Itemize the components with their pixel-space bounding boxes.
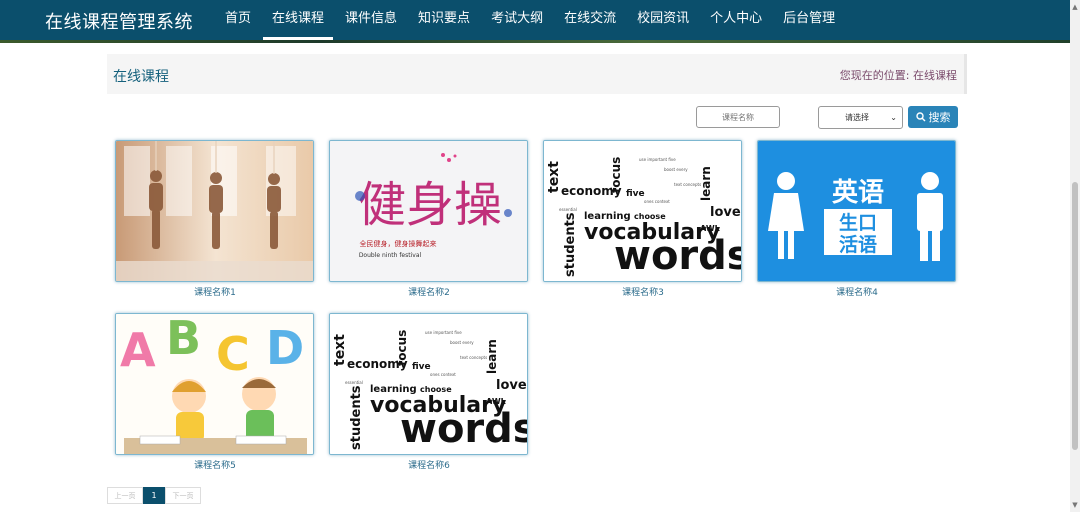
svg-text:learning: learning: [370, 384, 417, 395]
nav-courseware[interactable]: 课件信息: [336, 0, 406, 40]
svg-text:five: five: [626, 189, 645, 199]
main-nav: 首页 在线课程 课件信息 知识要点 考试大纲 在线交流 校园资讯 个人中心 后台…: [216, 0, 847, 40]
course-card-3[interactable]: words vocabulary students economy learni…: [543, 140, 743, 298]
svg-text:D: D: [266, 321, 304, 375]
svg-text:Double ninth festival: Double ninth festival: [359, 252, 422, 259]
location-prefix: 您现在的位置:: [839, 69, 910, 82]
nav-home[interactable]: 首页: [216, 0, 260, 40]
svg-text:use important five: use important five: [639, 157, 676, 162]
course-name-link[interactable]: 课程名称1: [115, 285, 315, 298]
pagination: 上一页 1 下一页: [107, 487, 201, 504]
scroll-up-arrow-icon[interactable]: ▲: [1070, 2, 1080, 12]
scrollbar-thumb[interactable]: [1072, 182, 1078, 450]
nav-campus-news[interactable]: 校园资讯: [628, 0, 698, 40]
svg-text:text: text: [546, 161, 562, 193]
next-page-button[interactable]: 下一页: [165, 487, 201, 504]
svg-text:love: love: [710, 205, 741, 220]
svg-text:健身操: 健身操: [358, 177, 502, 233]
svg-text:choose: choose: [634, 212, 666, 221]
course-name-link[interactable]: 课程名称2: [329, 285, 529, 298]
svg-text:ones context: ones context: [644, 199, 670, 204]
svg-text:活语: 活语: [839, 233, 877, 256]
svg-text:生口: 生口: [839, 211, 877, 234]
svg-text:AWL: AWL: [700, 224, 720, 233]
yoga-photo[interactable]: [115, 140, 314, 282]
fitness-calligraphy-image[interactable]: 健身操 全民健身，健身操舞起来 Double ninth festival: [329, 140, 528, 282]
svg-text:choose: choose: [420, 385, 452, 394]
svg-text:focus: focus: [395, 330, 409, 366]
svg-text:全民健身，健身操舞起来: 全民健身，健身操舞起来: [360, 239, 437, 248]
nav-exam-outline[interactable]: 考试大纲: [482, 0, 552, 40]
svg-text:C: C: [216, 327, 250, 381]
top-navbar: 在线课程管理系统 首页 在线课程 课件信息 知识要点 考试大纲 在线交流 校园资…: [0, 0, 1070, 43]
course-name-link[interactable]: 课程名称6: [329, 458, 529, 471]
course-card-6[interactable]: words vocabulary students economy learni…: [329, 313, 529, 471]
svg-text:students: students: [563, 212, 578, 277]
svg-text:focus: focus: [609, 157, 623, 193]
svg-text:text concepts: text concepts: [460, 355, 487, 360]
search-button[interactable]: 搜索: [908, 106, 958, 128]
svg-text:ones context: ones context: [430, 372, 456, 377]
svg-text:learning: learning: [584, 211, 631, 222]
svg-text:love: love: [496, 378, 527, 393]
svg-text:use important five: use important five: [425, 330, 462, 335]
svg-text:five: five: [412, 362, 431, 372]
search-button-label: 搜索: [928, 111, 951, 124]
search-icon: [915, 112, 925, 122]
category-select-value: 请选择: [845, 113, 869, 122]
vocabulary-wordcloud-image[interactable]: words vocabulary students economy learni…: [329, 313, 528, 455]
course-name-link[interactable]: 课程名称4: [757, 285, 957, 298]
location-text: 您现在的位置: 在线课程: [840, 67, 957, 83]
chevron-down-icon: ⌄: [890, 113, 897, 122]
course-card-1[interactable]: 课程名称1: [115, 140, 315, 298]
breadcrumb: 在线课程 您现在的位置: 在线课程: [107, 54, 967, 94]
nav-admin[interactable]: 后台管理: [774, 0, 844, 40]
vocabulary-wordcloud-image[interactable]: words vocabulary students economy learni…: [543, 140, 742, 282]
nav-personal-center[interactable]: 个人中心: [701, 0, 771, 40]
svg-text:essential: essential: [559, 207, 577, 212]
svg-text:students: students: [349, 385, 364, 450]
english-corner-sign-image[interactable]: 英语 生口 活语: [757, 140, 956, 282]
svg-text:text: text: [332, 334, 348, 366]
svg-text:AWL: AWL: [486, 397, 506, 406]
svg-text:boost every: boost every: [664, 167, 688, 172]
svg-text:text concepts: text concepts: [674, 182, 701, 187]
nav-online-courses[interactable]: 在线课程: [263, 0, 334, 40]
prev-page-button[interactable]: 上一页: [107, 487, 143, 504]
category-select[interactable]: 请选择 ⌄: [818, 106, 903, 129]
nav-online-exchange[interactable]: 在线交流: [555, 0, 625, 40]
course-card-2[interactable]: 健身操 全民健身，健身操舞起来 Double ninth festival 课程…: [329, 140, 529, 298]
course-card-4[interactable]: 英语 生口 活语 课程名称4: [757, 140, 957, 298]
svg-text:boost every: boost every: [450, 340, 474, 345]
course-card-5[interactable]: A B C D 课程名称5: [115, 313, 315, 471]
site-brand[interactable]: 在线课程管理系统: [45, 8, 193, 34]
abcd-kids-image[interactable]: A B C D: [115, 313, 314, 455]
location-current-link[interactable]: 在线课程: [913, 69, 957, 82]
page-scrollbar[interactable]: ▲ ▼: [1070, 0, 1080, 512]
svg-text:B: B: [166, 314, 201, 365]
svg-text:A: A: [120, 323, 156, 377]
svg-text:essential: essential: [345, 380, 363, 385]
page-1-button[interactable]: 1: [143, 487, 165, 504]
course-name-link[interactable]: 课程名称5: [115, 458, 315, 471]
page-title: 在线课程: [113, 69, 169, 85]
svg-text:英语: 英语: [832, 178, 884, 208]
course-name-search-input[interactable]: [696, 106, 780, 128]
nav-knowledge-points[interactable]: 知识要点: [409, 0, 479, 40]
course-name-link[interactable]: 课程名称3: [543, 285, 743, 298]
scroll-down-arrow-icon[interactable]: ▼: [1070, 500, 1080, 510]
